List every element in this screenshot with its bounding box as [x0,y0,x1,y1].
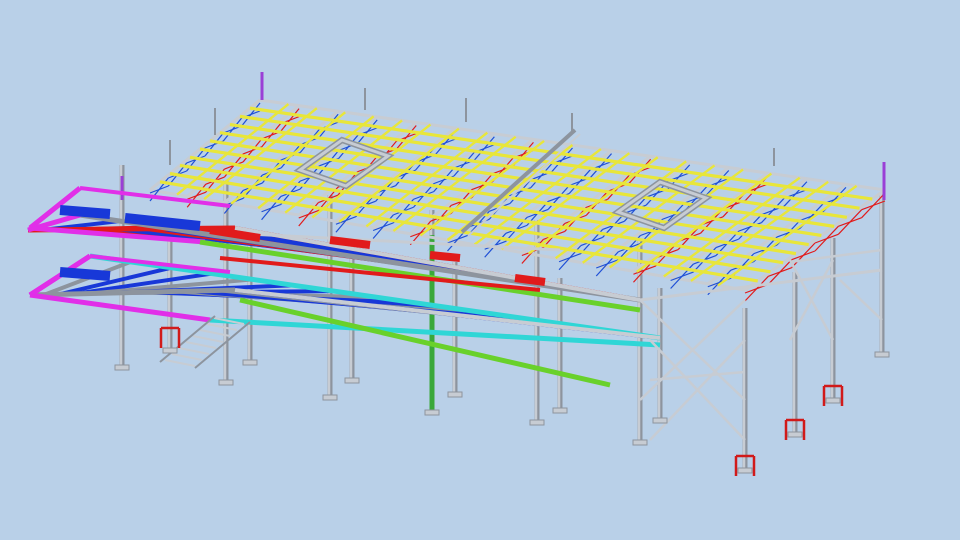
base-plate [874,351,890,358]
base-plate [162,347,178,354]
roof-layer [120,72,886,302]
red-beam [429,251,461,262]
red-beam [514,274,546,286]
stair-step [192,335,224,343]
stair-step [178,347,210,355]
base-plate [529,419,545,426]
steel-structure-model [27,72,890,476]
base-plate [737,467,753,474]
blue-beam [59,205,111,219]
base-plate [218,379,234,386]
base-plates-layer [114,326,890,476]
base-plate [114,364,130,371]
base-plate [447,391,463,398]
base-plate [424,409,440,416]
base-plate [344,377,360,384]
base-plate [552,407,568,414]
base-plate [632,439,648,446]
girt [789,248,883,264]
base-plate [787,431,803,438]
base-plate [652,417,668,424]
red-beam [329,236,371,249]
lower-deck-front [209,317,661,348]
base-plate [242,359,258,366]
blue-beam [59,267,111,281]
cross-brace [839,279,883,321]
base-plate [825,397,841,404]
stair-step [206,323,238,331]
model-viewport[interactable] [0,0,960,540]
base-plate [322,394,338,401]
stair-step [171,353,203,361]
stair-step [164,359,196,367]
stair-step [185,341,217,349]
